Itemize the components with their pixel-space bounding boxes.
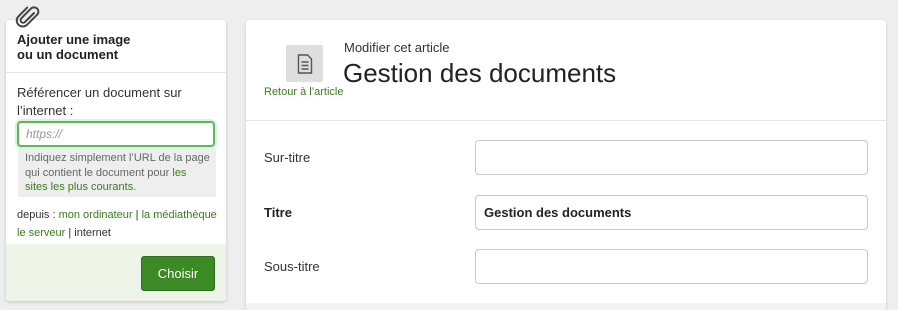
field-label-soustitre: Sous-titre bbox=[264, 259, 320, 274]
source-separator: | bbox=[65, 227, 75, 239]
document-icon bbox=[286, 45, 323, 82]
source-selector: depuis : mon ordinateur | la médiathèque… bbox=[17, 206, 222, 242]
upload-panel-title: Ajouter une image ou un document bbox=[17, 32, 217, 62]
choose-button[interactable]: Choisir bbox=[141, 256, 215, 291]
page-title: Gestion des documents bbox=[343, 58, 617, 88]
upload-title-line2: ou un document bbox=[17, 47, 119, 62]
page-kicker: Modifier cet article bbox=[344, 40, 450, 55]
soustitre-input[interactable] bbox=[475, 249, 868, 284]
url-input[interactable] bbox=[17, 121, 215, 147]
upload-title-line1: Ajouter une image bbox=[17, 32, 131, 47]
back-to-article-link[interactable]: Retour à l’article bbox=[264, 86, 343, 98]
titre-input[interactable] bbox=[475, 195, 868, 230]
paperclip-icon bbox=[15, 6, 40, 28]
surtitre-input[interactable] bbox=[475, 140, 868, 175]
source-link-computer[interactable]: mon ordinateur bbox=[59, 209, 133, 221]
help-text-end: . bbox=[133, 181, 137, 193]
divider bbox=[6, 72, 226, 73]
field-label-surtitre: Sur-titre bbox=[264, 150, 311, 165]
source-prefix: depuis : bbox=[17, 209, 59, 221]
next-section-strip bbox=[246, 303, 886, 310]
field-label-titre: Titre bbox=[264, 205, 292, 220]
upload-panel-footer: Choisir bbox=[6, 244, 226, 301]
article-edit-panel: Retour à l’article Modifier cet article … bbox=[246, 20, 886, 310]
reference-label: Référencer un document sur l’internet : bbox=[17, 85, 182, 118]
url-help-text: Indiquez simplement l’URL de la page qui… bbox=[18, 149, 216, 197]
source-link-server[interactable]: le serveur bbox=[17, 227, 65, 239]
upload-panel: Ajouter une image ou un document Référen… bbox=[6, 20, 226, 301]
source-link-mediatheque[interactable]: la médiathèque bbox=[142, 209, 217, 221]
source-current-internet: internet bbox=[74, 227, 111, 239]
divider bbox=[246, 120, 886, 121]
source-separator: | bbox=[132, 209, 142, 221]
